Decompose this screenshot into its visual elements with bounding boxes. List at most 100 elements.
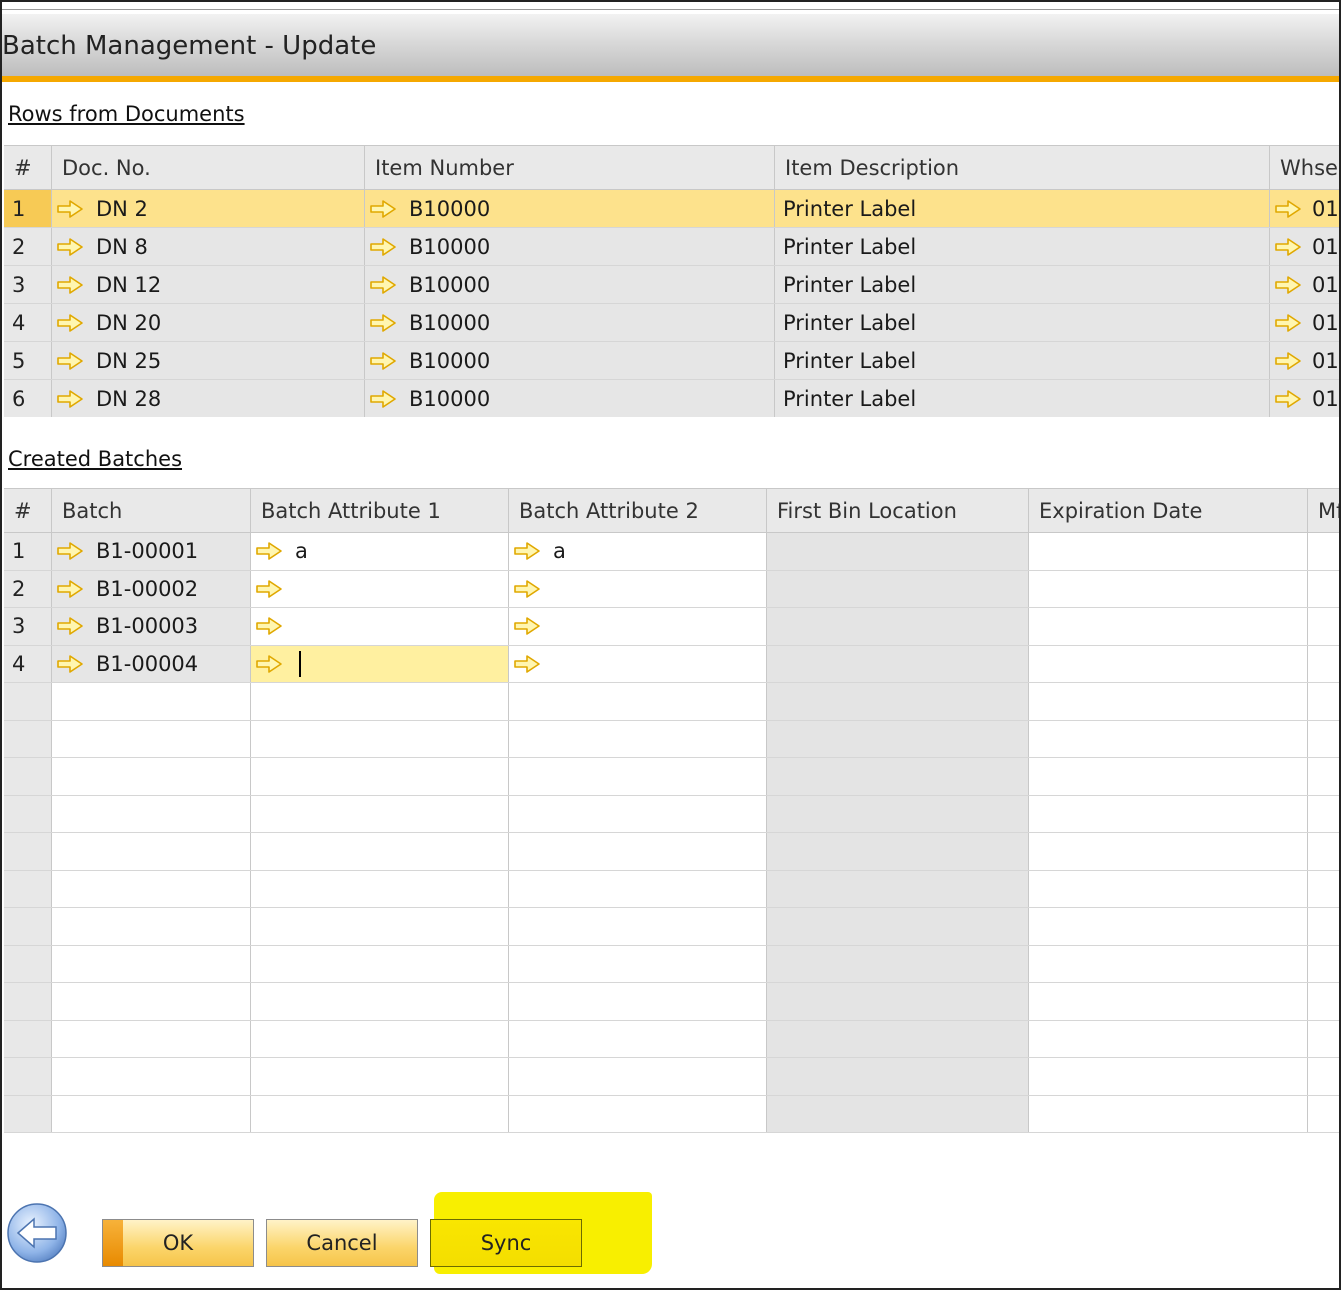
link-arrow-icon[interactable] <box>56 654 84 674</box>
expiration-date-cell[interactable] <box>1029 908 1308 945</box>
batch-cell[interactable] <box>52 945 251 982</box>
item-description-cell[interactable]: Printer Label <box>775 380 1270 417</box>
expiration-date-cell[interactable] <box>1029 608 1308 645</box>
mfr-cell[interactable] <box>1308 533 1339 570</box>
empty-table-row[interactable] <box>4 795 1339 833</box>
link-arrow-icon[interactable] <box>255 616 283 636</box>
mfr-cell[interactable] <box>1308 570 1339 607</box>
batch-attribute-1-cell[interactable] <box>251 1095 509 1132</box>
batch-attribute-2-cell[interactable] <box>509 1058 767 1095</box>
empty-table-row[interactable] <box>4 983 1339 1021</box>
link-arrow-icon[interactable] <box>56 275 84 295</box>
row-number[interactable]: 5 <box>4 342 52 379</box>
mfr-cell[interactable] <box>1308 870 1339 907</box>
expiration-date-cell[interactable] <box>1029 833 1308 870</box>
doc-no-cell[interactable]: DN 2 <box>52 190 365 227</box>
whse-cell[interactable]: 01 <box>1270 190 1339 227</box>
batch-cell[interactable] <box>52 758 251 795</box>
batch-attribute-2-cell[interactable] <box>509 720 767 757</box>
expiration-date-cell[interactable] <box>1029 570 1308 607</box>
empty-table-row[interactable] <box>4 908 1339 946</box>
doc-no-cell[interactable]: DN 28 <box>52 380 365 417</box>
column-header-first-bin-location[interactable]: First Bin Location <box>767 489 1029 532</box>
expiration-date-cell[interactable] <box>1029 758 1308 795</box>
whse-cell[interactable]: 01 <box>1270 228 1339 265</box>
batch-attribute-2-cell[interactable] <box>509 833 767 870</box>
batch-attribute-2-cell[interactable] <box>509 870 767 907</box>
empty-table-row[interactable] <box>4 833 1339 871</box>
whse-cell[interactable]: 01 <box>1270 342 1339 379</box>
batch-attribute-1-cell[interactable] <box>251 683 509 720</box>
row-number[interactable] <box>4 758 52 795</box>
batch-attribute-1-cell[interactable] <box>251 908 509 945</box>
item-description-cell[interactable]: Printer Label <box>775 266 1270 303</box>
empty-table-row[interactable] <box>4 683 1339 721</box>
link-arrow-icon[interactable] <box>1274 313 1302 333</box>
row-number[interactable] <box>4 870 52 907</box>
batch-cell[interactable] <box>52 720 251 757</box>
row-number[interactable] <box>4 720 52 757</box>
batch-attribute-2-cell[interactable] <box>509 795 767 832</box>
row-number[interactable] <box>4 983 52 1020</box>
batch-attribute-2-cell[interactable] <box>509 758 767 795</box>
created-batches-title[interactable]: Created Batches <box>8 447 182 471</box>
empty-table-row[interactable] <box>4 720 1339 758</box>
item-number-cell[interactable]: B10000 <box>365 190 775 227</box>
row-number[interactable]: 1 <box>4 190 52 227</box>
link-arrow-icon[interactable] <box>1274 199 1302 219</box>
batch-attribute-1-cell[interactable] <box>251 758 509 795</box>
mfr-cell[interactable] <box>1308 720 1339 757</box>
batch-attribute-2-cell[interactable] <box>509 1095 767 1132</box>
batch-attribute-2-cell[interactable] <box>509 1020 767 1057</box>
table-row[interactable]: 1 DN 2 B10000 Printer Label 01 <box>4 190 1339 228</box>
batch-cell[interactable] <box>52 1020 251 1057</box>
whse-cell[interactable]: 01 <box>1270 380 1339 417</box>
batch-attribute-2-cell[interactable]: a <box>509 533 767 570</box>
expiration-date-cell[interactable] <box>1029 1095 1308 1132</box>
batch-attribute-1-cell[interactable] <box>251 945 509 982</box>
row-number[interactable]: 2 <box>4 570 52 607</box>
batch-attribute-1-cell[interactable] <box>251 570 509 607</box>
expiration-date-cell[interactable] <box>1029 533 1308 570</box>
table-row[interactable]: 3 B1-00003 <box>4 608 1339 646</box>
expiration-date-cell[interactable] <box>1029 795 1308 832</box>
sync-button[interactable]: Sync <box>430 1219 582 1267</box>
mfr-cell[interactable] <box>1308 1095 1339 1132</box>
batch-attribute-1-cell[interactable] <box>251 720 509 757</box>
row-number[interactable]: 1 <box>4 533 52 570</box>
batch-attribute-1-cell[interactable] <box>251 833 509 870</box>
link-arrow-icon[interactable] <box>513 579 541 599</box>
column-header-batch-attribute-2[interactable]: Batch Attribute 2 <box>509 489 767 532</box>
batch-cell[interactable] <box>52 833 251 870</box>
item-description-cell[interactable]: Printer Label <box>775 190 1270 227</box>
row-number[interactable] <box>4 833 52 870</box>
table-row[interactable]: 4 DN 20 B10000 Printer Label 01 <box>4 304 1339 342</box>
column-header-item-number[interactable]: Item Number <box>365 146 775 189</box>
link-arrow-icon[interactable] <box>513 616 541 636</box>
link-arrow-icon[interactable] <box>1274 351 1302 371</box>
empty-table-row[interactable] <box>4 945 1339 983</box>
link-arrow-icon[interactable] <box>56 313 84 333</box>
row-number[interactable]: 3 <box>4 608 52 645</box>
item-description-cell[interactable]: Printer Label <box>775 304 1270 341</box>
batch-attribute-2-cell[interactable] <box>509 908 767 945</box>
mfr-cell[interactable] <box>1308 795 1339 832</box>
row-number[interactable]: 2 <box>4 228 52 265</box>
column-header-num[interactable]: # <box>4 146 52 189</box>
batch-cell[interactable] <box>52 908 251 945</box>
row-number[interactable] <box>4 908 52 945</box>
expiration-date-cell[interactable] <box>1029 645 1308 682</box>
link-arrow-icon[interactable] <box>369 199 397 219</box>
link-arrow-icon[interactable] <box>255 654 283 674</box>
expiration-date-cell[interactable] <box>1029 983 1308 1020</box>
row-number[interactable]: 6 <box>4 380 52 417</box>
mfr-cell[interactable] <box>1308 908 1339 945</box>
mfr-cell[interactable] <box>1308 758 1339 795</box>
mfr-cell[interactable] <box>1308 833 1339 870</box>
item-number-cell[interactable]: B10000 <box>365 380 775 417</box>
link-arrow-icon[interactable] <box>513 541 541 561</box>
link-arrow-icon[interactable] <box>1274 389 1302 409</box>
title-bar[interactable]: Batch Management - Update <box>2 14 1339 82</box>
batch-attribute-1-cell[interactable] <box>251 608 509 645</box>
batch-attribute-2-cell[interactable] <box>509 645 767 682</box>
